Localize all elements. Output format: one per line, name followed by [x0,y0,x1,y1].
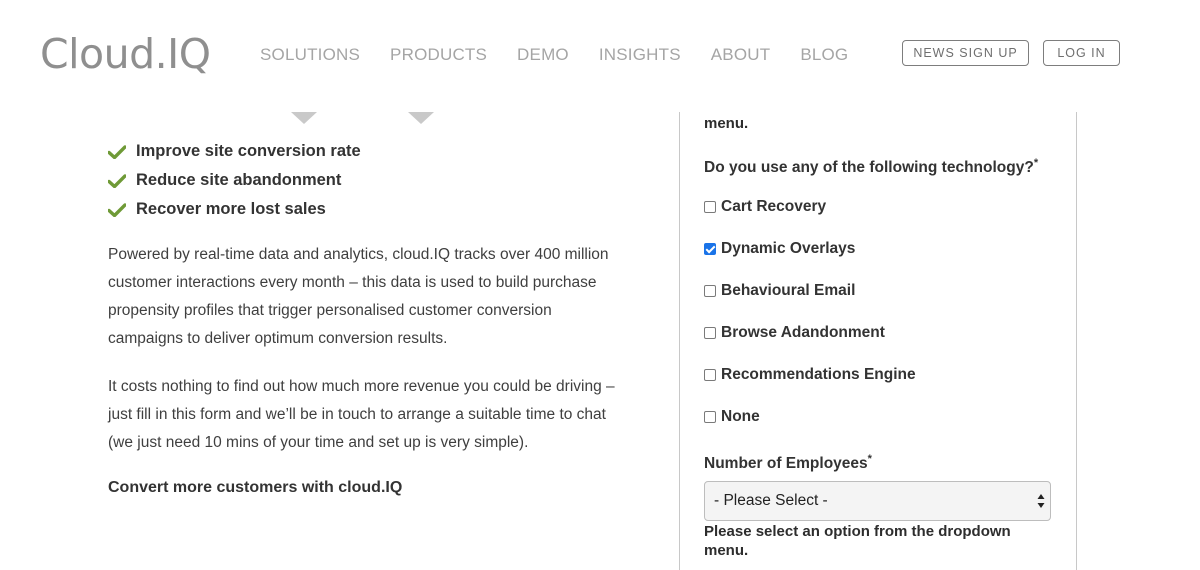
benefit-text: Recover more lost sales [136,200,326,218]
technology-option-cart-recovery[interactable]: Cart Recovery [704,196,826,218]
nav-solutions[interactable]: SOLUTIONS [260,44,360,66]
benefits-list: Improve site conversion rate Reduce site… [108,137,361,224]
login-button[interactable]: LOG IN [1043,40,1120,66]
intro-paragraph: Powered by real-time data and analytics,… [108,246,609,347]
page: Improve site conversion rate Reduce site… [0,0,1200,570]
checkbox-label: Cart Recovery [721,198,827,215]
nav-insights[interactable]: INSIGHTS [599,44,681,66]
main-nav: SOLUTIONS PRODUCTS DEMO INSIGHTS ABOUT B… [260,44,848,66]
employees-select[interactable]: - Please Select - [704,481,1051,521]
list-item: Reduce site abandonment [108,166,361,195]
site-header: Cloud.IQ SOLUTIONS PRODUCTS DEMO INSIGHT… [0,0,1200,112]
tooltip-arrow-decoration [291,112,317,124]
technology-option-recommendations-engine[interactable]: Recommendations Engine [704,364,916,386]
employees-select-value: - Please Select - [714,492,828,509]
employees-label: Number of Employees* [704,453,872,473]
select-arrows-icon [1037,493,1045,509]
checkmark-icon [108,202,126,217]
checkbox[interactable] [704,201,716,213]
checkbox[interactable] [704,327,716,339]
nav-about[interactable]: ABOUT [711,44,771,66]
checkbox-label: Recommendations Engine [721,366,916,383]
checkbox-checked[interactable] [704,243,716,255]
technology-question-text: Do you use any of the following technolo… [704,159,1034,177]
list-item: Recover more lost sales [108,195,361,224]
form-prompt-paragraph: It costs nothing to find out how much mo… [108,378,615,451]
required-mark: * [867,453,872,465]
checkbox-label: Browse Adandonment [721,324,885,341]
benefit-text: Reduce site abandonment [136,171,342,189]
checkmark-icon [108,144,126,159]
nav-products[interactable]: PRODUCTS [390,44,487,66]
news-signup-button[interactable]: NEWS SIGN UP [902,40,1029,66]
cloudiq-logo[interactable]: Cloud.IQ [40,30,211,78]
cta-heading: Convert more customers with cloud.IQ [108,479,403,496]
nav-blog[interactable]: BLOG [800,44,848,66]
checkbox-label: Behavioural Email [721,282,856,299]
technology-question-label: Do you use any of the following technolo… [704,157,1038,177]
field-error-message: Please select an option from the dropdow… [704,523,1011,559]
employees-label-text: Number of Employees [704,455,868,473]
technology-option-behavioural-email[interactable]: Behavioural Email [704,280,855,302]
field-error-message: menu. [704,115,749,132]
list-item: Improve site conversion rate [108,137,361,166]
checkbox[interactable] [704,285,716,297]
checkbox[interactable] [704,369,716,381]
checkbox[interactable] [704,411,716,423]
technology-option-browse-abandonment[interactable]: Browse Adandonment [704,322,885,344]
checkmark-icon [108,173,126,188]
benefit-text: Improve site conversion rate [136,142,361,160]
tooltip-arrow-decoration [408,112,434,124]
required-mark: * [1033,157,1039,169]
technology-option-dynamic-overlays[interactable]: Dynamic Overlays [704,238,855,260]
nav-demo[interactable]: DEMO [517,44,569,66]
technology-option-none[interactable]: None [704,406,760,428]
checkbox-label: Dynamic Overlays [721,240,856,257]
checkbox-label: None [721,408,760,425]
